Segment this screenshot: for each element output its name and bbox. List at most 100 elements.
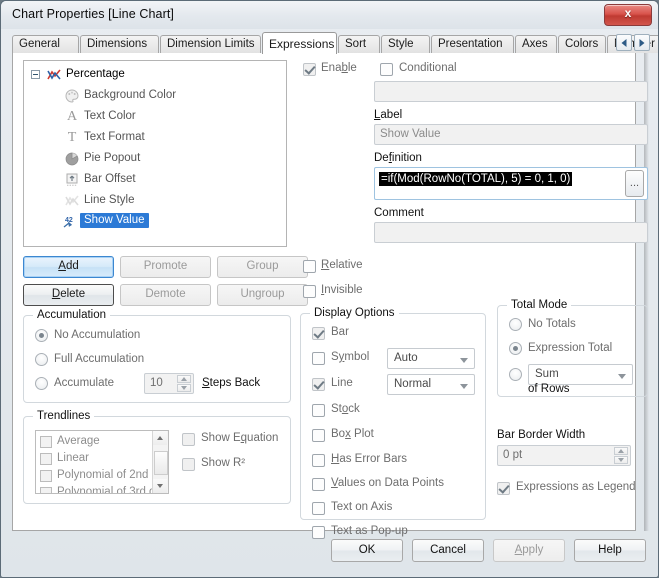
tree-item-percentage[interactable]: Percentage bbox=[24, 65, 286, 85]
tree-item-line-style[interactable]: Line Style bbox=[24, 191, 286, 211]
accumulation-group: Accumulation No Accumulation Full Accumu… bbox=[23, 309, 291, 403]
relative-checkbox[interactable] bbox=[303, 260, 316, 273]
tab-dimension-limits[interactable]: Dimension Limits bbox=[160, 35, 261, 53]
bar-border-width-input[interactable]: 0 pt bbox=[497, 445, 631, 466]
trendline-label: Polynomial of 2nd d bbox=[57, 469, 159, 481]
comment-caption: Comment bbox=[374, 207, 424, 219]
radio-no-totals-label: No Totals bbox=[528, 318, 576, 330]
tab-sort[interactable]: Sort bbox=[338, 35, 380, 53]
definition-browse-label: ... bbox=[629, 176, 640, 189]
bar-checkbox[interactable] bbox=[312, 327, 325, 340]
accumulation-group-title: Accumulation bbox=[33, 309, 111, 321]
steps-back-spinner[interactable]: 10 bbox=[144, 373, 194, 394]
bar-border-decrement-button[interactable] bbox=[614, 456, 628, 464]
radio-aggregation-total[interactable] bbox=[509, 368, 522, 381]
delete-button[interactable]: Delete bbox=[23, 284, 114, 306]
definition-browse-button[interactable]: ... bbox=[625, 170, 644, 197]
relative-label: Relative bbox=[321, 259, 363, 271]
tree-item-text-format[interactable]: T Text Format bbox=[24, 128, 286, 148]
show-r2-checkbox[interactable] bbox=[182, 458, 195, 471]
radio-expression-total[interactable] bbox=[509, 342, 522, 355]
total-mode-group: Total Mode No Totals Expression Total Su… bbox=[497, 299, 648, 397]
text-format-icon: T bbox=[67, 130, 77, 145]
trendlines-listbox[interactable]: Average Linear Polynomial of 2nd d Polyn… bbox=[35, 430, 169, 494]
expander-collapse-icon[interactable] bbox=[31, 70, 40, 79]
symbol-checkbox[interactable] bbox=[312, 352, 325, 365]
trendlines-scrollbar[interactable] bbox=[152, 431, 168, 493]
ungroup-button[interactable]: Ungroup bbox=[217, 284, 308, 306]
total-mode-group-title: Total Mode bbox=[507, 299, 572, 311]
conditional-checkbox[interactable] bbox=[380, 63, 393, 76]
expressions-as-legend-checkbox[interactable] bbox=[497, 482, 510, 495]
promote-button[interactable]: Promote bbox=[120, 256, 211, 278]
radio-full-accumulation-label: Full Accumulation bbox=[54, 353, 145, 365]
line-checkbox[interactable] bbox=[312, 378, 325, 391]
box-plot-checkbox[interactable] bbox=[312, 429, 325, 442]
comment-input[interactable] bbox=[374, 222, 648, 243]
stock-checkbox[interactable] bbox=[312, 404, 325, 417]
invisible-label: Invisible bbox=[321, 284, 363, 296]
tab-style[interactable]: Style bbox=[381, 35, 430, 53]
tree-item-background-color[interactable]: Background Color bbox=[24, 86, 286, 106]
radio-no-accumulation-label: No Accumulation bbox=[54, 329, 141, 341]
tree-item-pie-popout[interactable]: Pie Popout bbox=[24, 149, 286, 169]
demote-button[interactable]: Demote bbox=[120, 284, 211, 306]
close-icon: x bbox=[624, 6, 632, 20]
tab-general[interactable]: General bbox=[12, 35, 79, 53]
line-type-dropdown[interactable]: Normal bbox=[387, 374, 475, 395]
scrollbar-thumb[interactable] bbox=[154, 451, 168, 475]
tab-axes[interactable]: Axes bbox=[515, 35, 557, 53]
scroll-up-icon[interactable] bbox=[153, 431, 167, 445]
bar-border-width-value: 0 pt bbox=[503, 449, 523, 461]
ok-button[interactable]: OK bbox=[331, 539, 403, 562]
trendline-checkbox[interactable] bbox=[40, 470, 52, 482]
tree-item-label: Text Color bbox=[84, 110, 136, 122]
apply-button[interactable]: Apply bbox=[493, 539, 565, 562]
steps-back-increment-button[interactable] bbox=[177, 375, 191, 383]
invisible-checkbox[interactable] bbox=[303, 285, 316, 298]
steps-back-label: Steps Back bbox=[202, 377, 261, 389]
box-plot-label: Box Plot bbox=[331, 428, 374, 440]
tab-number[interactable]: Number bbox=[607, 35, 658, 53]
tree-item-text-color[interactable]: A Text Color bbox=[24, 107, 286, 127]
text-on-axis-label: Text on Axis bbox=[331, 501, 393, 513]
expression-tree[interactable]: Percentage Background Color A Text Color… bbox=[23, 60, 287, 247]
radio-accumulate[interactable] bbox=[35, 377, 48, 390]
tab-scroll-left-button[interactable] bbox=[616, 34, 632, 51]
radio-no-totals[interactable] bbox=[509, 318, 522, 331]
tab-dimensions[interactable]: Dimensions bbox=[80, 35, 159, 53]
tree-item-show-value[interactable]: 42 Show Value bbox=[24, 212, 286, 232]
enable-checkbox[interactable] bbox=[303, 63, 316, 76]
text-on-axis-checkbox[interactable] bbox=[312, 502, 325, 515]
symbol-type-dropdown[interactable]: Auto bbox=[387, 348, 475, 369]
show-equation-checkbox[interactable] bbox=[182, 433, 195, 446]
of-rows-label: of Rows bbox=[528, 383, 570, 395]
tab-scroll-right-button[interactable] bbox=[634, 34, 650, 51]
tree-item-bar-offset[interactable]: Bar Offset bbox=[24, 170, 286, 190]
tab-colors[interactable]: Colors bbox=[558, 35, 606, 53]
label-input[interactable]: Show Value bbox=[374, 124, 648, 145]
group-button[interactable]: Group bbox=[217, 256, 308, 278]
add-button[interactable]: Add bbox=[23, 256, 114, 278]
bar-border-increment-button[interactable] bbox=[614, 447, 628, 455]
trendline-checkbox[interactable] bbox=[40, 436, 52, 448]
radio-expression-total-label: Expression Total bbox=[528, 342, 613, 354]
tab-presentation[interactable]: Presentation bbox=[431, 35, 514, 53]
conditional-input[interactable] bbox=[374, 81, 648, 102]
trendline-checkbox[interactable] bbox=[40, 487, 52, 493]
close-button[interactable]: x bbox=[604, 4, 652, 26]
aggregation-dropdown[interactable]: Sum bbox=[528, 364, 633, 385]
radio-no-accumulation[interactable] bbox=[35, 329, 48, 342]
definition-caption: Definition bbox=[374, 152, 422, 164]
trendline-checkbox[interactable] bbox=[40, 453, 52, 465]
help-button[interactable]: Help bbox=[574, 539, 646, 562]
values-on-data-points-checkbox[interactable] bbox=[312, 478, 325, 491]
expressions-as-legend-label: Expressions as Legend bbox=[516, 481, 636, 493]
radio-full-accumulation[interactable] bbox=[35, 353, 48, 366]
steps-back-decrement-button[interactable] bbox=[177, 384, 191, 392]
scroll-down-icon[interactable] bbox=[153, 479, 167, 493]
cancel-button[interactable]: Cancel bbox=[412, 539, 484, 562]
definition-input[interactable]: =if(Mod(RowNo(TOTAL), 5) = 0, 1, 0) bbox=[374, 167, 648, 200]
tab-expressions[interactable]: Expressions bbox=[262, 32, 337, 54]
has-error-bars-checkbox[interactable] bbox=[312, 454, 325, 467]
